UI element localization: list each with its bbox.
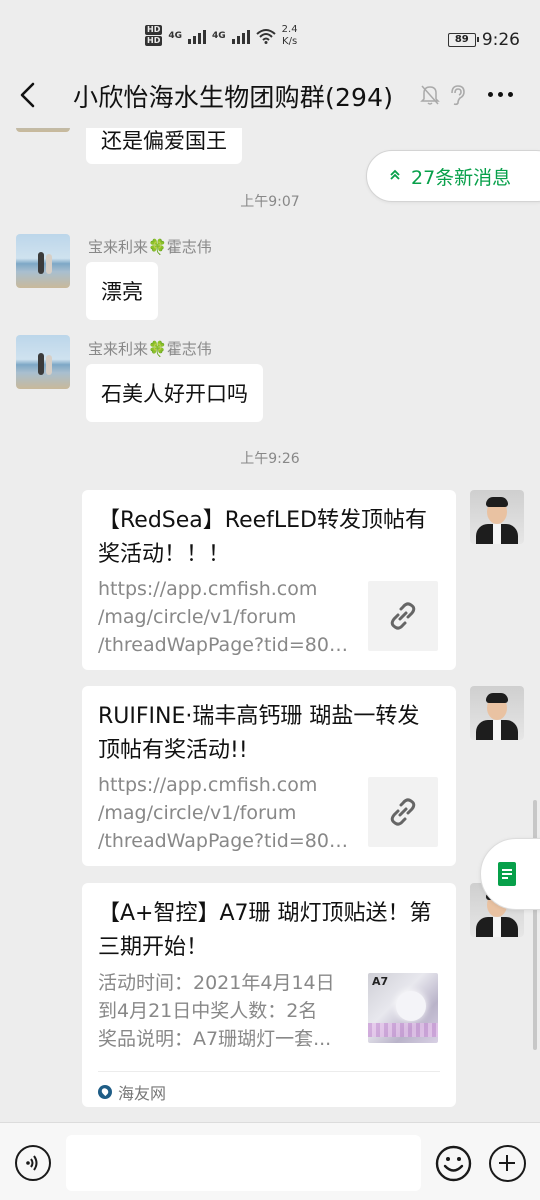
voice-icon (26, 1155, 38, 1171)
hd-label-1: HD (145, 25, 163, 35)
wifi-icon (255, 29, 276, 44)
sender-name-suffix: 霍志伟 (166, 238, 212, 256)
net-speed-value: 2.4 (281, 24, 298, 35)
signal-icon (188, 28, 206, 44)
card-desc-line: 活动时间：2021年4月14日 (98, 972, 335, 994)
voice-button[interactable] (15, 1145, 51, 1181)
message-text: 漂亮 (101, 280, 143, 304)
new-messages-button[interactable]: 27条新消息 (366, 150, 540, 202)
sender-name-suffix: 霍志伟 (166, 340, 212, 358)
new-messages-label: 27条新消息 (411, 166, 512, 189)
card-source: 海友网 (98, 1071, 440, 1104)
card-thumbnail: A7 (368, 973, 438, 1043)
card-description: https://app.cmfish.com /mag/circle/v1/fo… (98, 771, 356, 855)
card-description: https://app.cmfish.com /mag/circle/v1/fo… (98, 575, 356, 659)
link-icon (390, 798, 416, 826)
message-text: 石美人好开口吗 (101, 382, 248, 406)
timestamp: 上午9:26 (240, 451, 300, 467)
message-bubble[interactable]: 石美人好开口吗 (86, 364, 263, 422)
source-label: 海友网 (118, 1084, 167, 1103)
clover-icon: 🍀 (148, 238, 167, 256)
clover-icon: 🍀 (148, 340, 167, 358)
network-label-2: 4G (212, 31, 226, 41)
ear-icon (451, 85, 465, 106)
status-bar: HD HD 4G 4G 2.4 K/s 89 9:26 (0, 0, 540, 60)
card-title: 【RedSea】ReefLED转发顶帖有奖活动！！！ (98, 508, 427, 567)
hd-indicator: HD HD (145, 25, 163, 47)
link-thumbnail (368, 581, 438, 651)
chat-header: 小欣怡海水生物团购群(294) (0, 62, 540, 128)
chat-messages[interactable]: 还是偏爱国王 27条新消息 上午9:07 宝来利来🍀霍志伟 漂亮 宝来利来🍀霍志… (0, 128, 540, 1122)
status-right: 89 9:26 (447, 30, 520, 50)
bell-off-icon (420, 85, 440, 105)
link-card[interactable]: 【A+智控】A7珊 瑚灯顶贴送！第三期开始！ 活动时间：2021年4月14日 到… (82, 883, 456, 1107)
card-desc-line: /threadWapPage?tid=803... (98, 830, 356, 852)
net-speed-unit: K/s (282, 36, 298, 47)
clock: 9:26 (481, 30, 520, 50)
message-text: 还是偏爱国王 (101, 129, 227, 153)
sender-name-main: 宝来利来 (88, 340, 149, 358)
chat-title: 小欣怡海水生物团购群(294) (73, 83, 394, 112)
signal-icon-2 (231, 28, 250, 44)
thumbnail-text: A7 (372, 975, 389, 988)
card-desc-line: 到4月21日中奖人数：2名 (98, 1000, 318, 1022)
link-card[interactable]: RUIFINE·瑞丰高钙珊 瑚盐一转发顶帖有奖活动!! https://app.… (82, 686, 456, 866)
input-bar (0, 1122, 540, 1200)
sender-name: 宝来利来🍀霍志伟 (88, 236, 212, 257)
status-left: HD HD 4G 4G 2.4 K/s (145, 24, 298, 48)
sender-name-main: 宝来利来 (88, 238, 149, 256)
card-description: 活动时间：2021年4月14日 到4月21日中奖人数：2名 奖品说明：A7珊瑚灯… (98, 969, 356, 1053)
back-icon[interactable] (16, 80, 40, 110)
message-bubble[interactable]: 还是偏爱国王 (86, 128, 242, 164)
card-title: RUIFINE·瑞丰高钙珊 瑚盐一转发顶帖有奖活动!! (98, 704, 420, 763)
double-chevron-up-icon (389, 169, 401, 184)
avatar[interactable] (470, 490, 524, 544)
more-dots-icon[interactable] (488, 92, 513, 97)
card-desc-line: /mag/circle/v1/forum (98, 802, 297, 824)
avatar[interactable] (470, 686, 524, 740)
message-input[interactable] (66, 1135, 421, 1191)
card-title: 【A+智控】A7珊 瑚灯顶贴送！第三期开始！ (98, 901, 432, 960)
card-desc-line: /mag/circle/v1/forum (98, 606, 297, 628)
source-icon (98, 1085, 112, 1099)
battery-icon: 89 (447, 33, 479, 47)
link-card[interactable]: 【RedSea】ReefLED转发顶帖有奖活动！！！ https://app.c… (82, 490, 456, 670)
emoji-icon[interactable] (435, 1145, 472, 1182)
card-desc-line: https://app.cmfish.com (98, 578, 318, 600)
avatar[interactable] (16, 335, 70, 389)
file-icon (498, 862, 516, 886)
sender-name: 宝来利来🍀霍志伟 (88, 338, 212, 359)
link-icon (390, 602, 416, 630)
card-desc-line: /threadWapPage?tid=800... (98, 634, 356, 656)
battery-level: 89 (454, 34, 469, 45)
network-label-1: 4G (168, 31, 182, 41)
card-desc-line: https://app.cmfish.com (98, 774, 318, 796)
hd-label-2: HD (145, 36, 163, 46)
message-bubble[interactable]: 漂亮 (86, 262, 158, 320)
link-thumbnail (368, 777, 438, 847)
card-desc-line: 奖品说明：A7珊瑚灯一套... (98, 1028, 332, 1050)
avatar[interactable] (16, 234, 70, 288)
net-speed: 2.4 K/s (282, 24, 298, 48)
plus-circle-icon[interactable] (489, 1145, 526, 1182)
avatar[interactable] (16, 128, 70, 132)
